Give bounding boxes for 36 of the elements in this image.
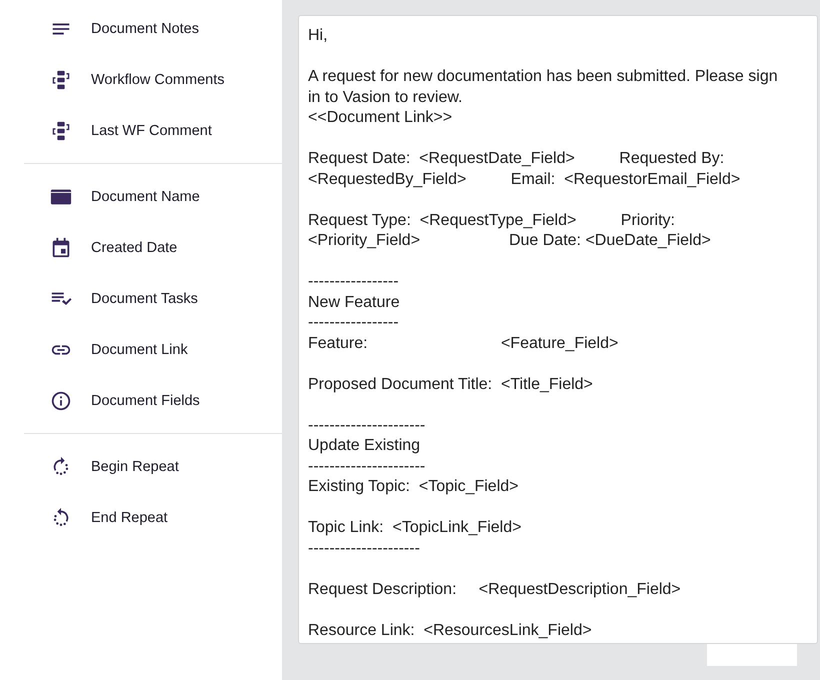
text-line: <RequestedBy_Field> Email: <RequestorEmail_Field> — [308, 170, 742, 190]
sidebar-item[interactable]: Begin Repeat — [91, 458, 179, 474]
text-line: Feature: <Feature_Field> — [308, 334, 620, 354]
sidebar-item[interactable]: End Repeat — [91, 510, 168, 526]
sidebar-item[interactable]: Document Link — [91, 342, 188, 358]
sidebar-item[interactable]: Document Name — [91, 188, 200, 204]
text-line: Topic Link: <TopicLink_Field> — [308, 518, 522, 538]
sidebar-item[interactable]: Last WF Comment — [91, 122, 212, 138]
workflow-icon — [50, 120, 72, 142]
text-line: Request Type: <RequestType_Field> Priority: — [308, 210, 676, 230]
sidebar-item[interactable]: Workflow Comments — [91, 72, 224, 88]
sidebar-item[interactable]: Document Notes — [91, 20, 199, 36]
text-line: New Feature — [308, 292, 401, 312]
email-editor[interactable] — [298, 15, 818, 644]
calendar-icon — [50, 236, 72, 258]
sidebar-item[interactable]: Document Tasks — [91, 290, 198, 306]
text-line: in to Vasion to review. — [308, 88, 464, 108]
text-line: Update Existing — [308, 436, 422, 456]
text-line: ----------------- — [308, 313, 400, 333]
sidebar-item[interactable]: Document Fields — [91, 392, 200, 408]
text-line: Request Date: <RequestDate_Field> Requested By: — [308, 149, 726, 169]
text-line: Proposed Document Title: <Title_Field> — [308, 374, 594, 394]
sidebar-item[interactable]: Created Date — [91, 240, 178, 256]
text-line: <Priority_Field> Due Date: <DueDate_Field> — [308, 231, 712, 251]
info-icon — [50, 390, 72, 412]
text-line: ---------------------- — [308, 456, 426, 476]
text-line: ---------------------- — [308, 416, 426, 436]
text-line: ----------------- — [308, 272, 400, 292]
text-line: Request Description: <RequestDescription_Field> — [308, 580, 682, 600]
text-line: Hi, — [308, 26, 329, 46]
workflow-icon — [50, 68, 72, 90]
text-line: Existing Topic: <Topic_Field> — [308, 477, 520, 497]
text-line: Resource Link: <ResourcesLink_Field> — [308, 620, 593, 640]
text-line: --------------------- — [308, 538, 421, 558]
text-line: A request for new documentation has been submitted. Please sign — [308, 67, 779, 87]
text-line: <<Document Link>> — [308, 108, 454, 128]
